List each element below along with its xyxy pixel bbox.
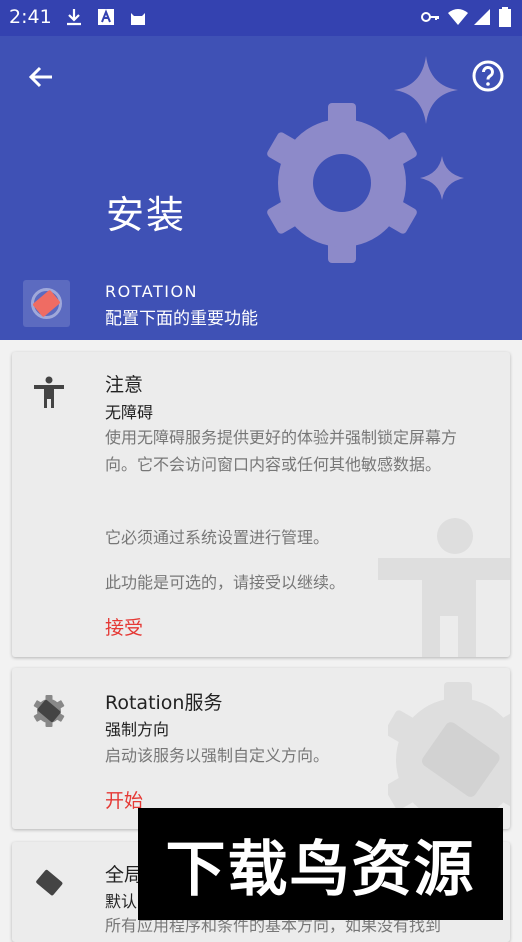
app-name: ROTATION: [105, 282, 198, 301]
card-body: 此功能是可选的，请接受以继续。: [105, 573, 346, 592]
vpn-key-icon: [421, 12, 439, 22]
card-body: 它必须通过系统设置进行管理。: [105, 528, 330, 547]
rotation-service-card: Rotation服务 强制方向 启动该服务以强制自定义方向。 开始: [12, 668, 510, 829]
cat-icon: [131, 13, 145, 25]
signal-icon: [474, 9, 490, 25]
card-body: 使用无障碍服务提供更好的体验并强制锁定屏幕方向。它不会访问窗口内容或任何其他敏感…: [105, 428, 458, 474]
card-title: Rotation服务: [105, 692, 223, 714]
accessibility-card: 注意 无障碍 使用无障碍服务提供更好的体验并强制锁定屏幕方向。它不会访问窗口内容…: [12, 352, 510, 657]
card-body: 启动该服务以强制自定义方向。: [105, 746, 330, 765]
card-title: 注意: [105, 374, 144, 396]
battery-icon: [499, 7, 511, 27]
help-icon[interactable]: [470, 58, 506, 94]
font-a-icon: [98, 9, 114, 25]
rotation-service-icon: [33, 695, 65, 727]
wifi-icon: [448, 9, 468, 25]
status-bar: 2:41: [0, 0, 522, 36]
back-arrow-icon[interactable]: [24, 60, 58, 94]
page-title: 安装: [106, 193, 187, 237]
card-subtitle: 无障碍: [105, 403, 154, 422]
status-time: 2:41: [9, 6, 52, 28]
orientation-icon: [36, 869, 63, 896]
accessibility-icon: [34, 376, 64, 408]
settings-gear-illustration: [267, 56, 464, 263]
card-subtitle: 强制方向: [105, 720, 170, 739]
download-icon: [67, 9, 81, 26]
card-subtitle: 默认: [105, 892, 138, 911]
watermark-banner: 下载鸟资源: [138, 808, 503, 920]
app-subtitle: 配置下面的重要功能: [105, 309, 258, 329]
app-icon: [23, 280, 70, 327]
accept-button[interactable]: 接受: [105, 613, 143, 640]
header: 安装 ROTATION 配置下面的重要功能: [0, 36, 522, 340]
